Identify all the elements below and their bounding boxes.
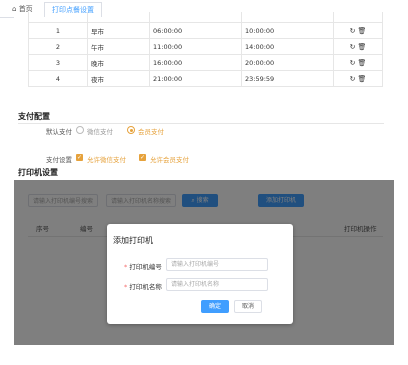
- cancel-button[interactable]: 取消: [234, 300, 262, 313]
- payment-section-title: 支付配置: [18, 112, 50, 121]
- check-wechat-label[interactable]: 允许微信支付: [87, 154, 126, 164]
- printer-no-field[interactable]: 请输入打印机编号: [166, 258, 268, 271]
- required-mark: *: [124, 283, 128, 291]
- end-time: 10:00:00: [241, 22, 334, 39]
- divider: [18, 123, 384, 124]
- home-icon: ⌂: [12, 5, 17, 13]
- confirm-button[interactable]: 确定: [201, 300, 229, 313]
- period-name: 夜市: [87, 70, 150, 87]
- dialog-title: 添加打印机: [113, 236, 153, 245]
- radio-member-pay[interactable]: [127, 126, 135, 134]
- trash-icon[interactable]: 🗑︎: [357, 75, 366, 83]
- add-printer-dialog: 添加打印机 * 打印机编号 请输入打印机编号 * 打印机名称 请输入打印机名称 …: [107, 224, 293, 324]
- end-time: 14:00:00: [241, 38, 334, 55]
- start-time: 21:00:00: [149, 70, 242, 87]
- edit-icon[interactable]: ↻: [350, 27, 356, 35]
- printer-no-label: * 打印机编号: [124, 261, 162, 271]
- table-row: [28, 12, 383, 23]
- printer-name-label: * 打印机名称: [124, 281, 162, 291]
- radio-wechat-pay[interactable]: [76, 126, 84, 134]
- checkbox-wechat-pay[interactable]: ✓: [76, 154, 83, 161]
- period-name: 晚市: [87, 54, 150, 71]
- row-number: 4: [28, 70, 88, 87]
- edit-icon[interactable]: ↻: [350, 59, 356, 67]
- required-mark: *: [124, 263, 128, 271]
- row-number: 3: [28, 54, 88, 71]
- period-name: 早市: [87, 22, 150, 39]
- start-time: 06:00:00: [149, 22, 242, 39]
- printer-name-field[interactable]: 请输入打印机名称: [166, 278, 268, 291]
- end-time: 23:59:59: [241, 70, 334, 87]
- time-period-table: 1 早市 06:00:00 10:00:00 ↻ 🗑︎ 2 午市 11:00:00…: [28, 12, 383, 87]
- table-row: 4 夜市 21:00:00 23:59:59 ↻ 🗑︎: [28, 70, 383, 87]
- option-wechat-pay[interactable]: 微信支付: [87, 126, 113, 136]
- printer-no-label-text: 打印机编号: [129, 263, 162, 271]
- checkbox-member-pay[interactable]: ✓: [139, 154, 146, 161]
- edit-icon[interactable]: ↻: [350, 43, 356, 51]
- check-member-label[interactable]: 允许会员支付: [150, 154, 189, 164]
- row-number: 1: [28, 22, 88, 39]
- trash-icon[interactable]: 🗑︎: [357, 27, 366, 35]
- edit-icon[interactable]: ↻: [350, 75, 356, 83]
- printer-name-label-text: 打印机名称: [129, 283, 162, 291]
- trash-icon[interactable]: 🗑︎: [357, 59, 366, 67]
- end-time: 20:00:00: [241, 54, 334, 71]
- option-member-pay[interactable]: 会员支付: [138, 126, 164, 136]
- row-number: 2: [28, 38, 88, 55]
- table-row: 2 午市 11:00:00 14:00:00 ↻ 🗑︎: [28, 38, 383, 55]
- pay-settings-label: 支付设置: [46, 156, 72, 164]
- table-row: 1 早市 06:00:00 10:00:00 ↻ 🗑︎: [28, 22, 383, 39]
- trash-icon[interactable]: 🗑︎: [357, 43, 366, 51]
- period-name: 午市: [87, 38, 150, 55]
- start-time: 11:00:00: [149, 38, 242, 55]
- start-time: 16:00:00: [149, 54, 242, 71]
- default-payment-label: 默认支付: [46, 128, 72, 136]
- printer-section-title: 打印机设置: [18, 168, 58, 177]
- table-row: 3 晚市 16:00:00 20:00:00 ↻ 🗑︎: [28, 54, 383, 71]
